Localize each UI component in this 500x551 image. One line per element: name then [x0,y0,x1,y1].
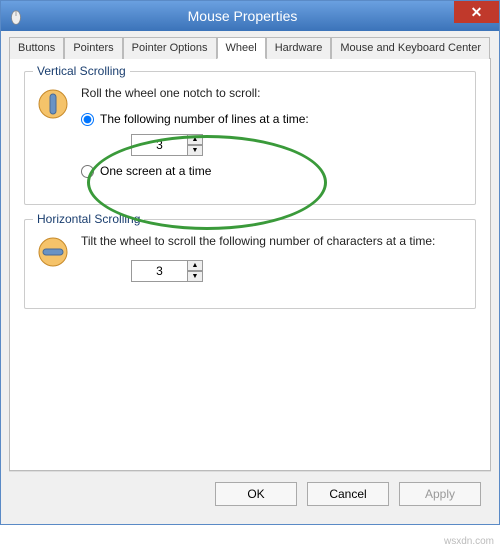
chars-spin-down[interactable]: ▼ [187,271,203,282]
client-area: Buttons Pointers Pointer Options Wheel H… [1,31,499,524]
close-icon: ✕ [471,4,483,21]
tab-pointers[interactable]: Pointers [64,37,122,59]
wheel-vertical-icon [35,86,71,122]
tab-strip: Buttons Pointers Pointer Options Wheel H… [9,37,491,59]
window-title: Mouse Properties [31,8,454,24]
cancel-button[interactable]: Cancel [307,482,389,506]
lines-spin-up[interactable]: ▲ [187,134,203,145]
chars-spinner: ▲ ▼ [131,260,203,282]
wheel-tab-content: Vertical Scrolling Roll the wheel one no… [9,59,491,471]
vertical-instruction: Roll the wheel one notch to scroll: [81,86,465,100]
radio-screen-row[interactable]: One screen at a time [81,164,465,178]
wheel-horizontal-icon [35,234,71,270]
lines-spin-down[interactable]: ▼ [187,145,203,156]
dialog-buttons: OK Cancel Apply [9,471,491,516]
tab-pointer-options[interactable]: Pointer Options [123,37,217,59]
horizontal-group-title: Horizontal Scrolling [33,212,144,226]
watermark-text: wsxdn.com [444,536,494,547]
tab-hardware[interactable]: Hardware [266,37,332,59]
ok-button[interactable]: OK [215,482,297,506]
radio-lines-row[interactable]: The following number of lines at a time: [81,112,465,126]
titlebar: Mouse Properties ✕ [1,1,499,31]
horizontal-scrolling-group: Horizontal Scrolling Tilt the wheel to s… [24,219,476,309]
apply-button[interactable]: Apply [399,482,481,506]
tab-wheel[interactable]: Wheel [217,37,266,59]
radio-screen[interactable] [81,165,94,178]
radio-screen-label: One screen at a time [100,164,211,178]
tab-buttons[interactable]: Buttons [9,37,64,59]
lines-input[interactable] [131,134,187,156]
lines-spinner: ▲ ▼ [131,134,203,156]
mouse-icon [1,1,31,31]
radio-lines[interactable] [81,113,94,126]
vertical-scrolling-group: Vertical Scrolling Roll the wheel one no… [24,71,476,205]
horizontal-instruction: Tilt the wheel to scroll the following n… [81,234,465,248]
chars-input[interactable] [131,260,187,282]
chars-spin-up[interactable]: ▲ [187,260,203,271]
tab-mouse-keyboard-center[interactable]: Mouse and Keyboard Center [331,37,490,59]
vertical-group-title: Vertical Scrolling [33,64,130,78]
radio-lines-label: The following number of lines at a time: [100,112,309,126]
close-button[interactable]: ✕ [454,1,499,23]
mouse-properties-window: Mouse Properties ✕ Buttons Pointers Poin… [0,0,500,525]
